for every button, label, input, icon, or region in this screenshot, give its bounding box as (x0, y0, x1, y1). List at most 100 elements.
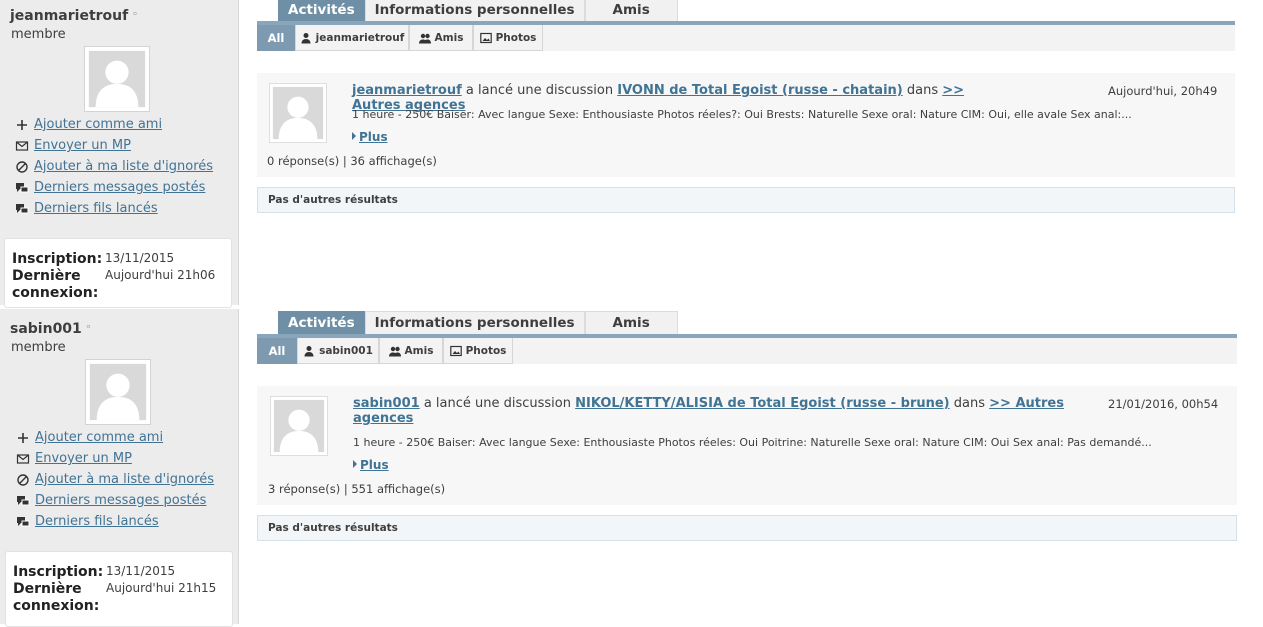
tab-friends[interactable]: Amis (584, 0, 678, 21)
tab-friends[interactable]: Amis (584, 311, 678, 334)
last-messages-action[interactable]: Derniers messages postés (15, 177, 213, 198)
filter-bar: All jeanmarietrouf Amis Photos (257, 25, 1235, 51)
filter-friends[interactable]: Amis (409, 25, 473, 51)
default-avatar-icon (89, 363, 147, 421)
activity-stats: 0 réponse(s) | 36 affichage(s) (267, 154, 437, 168)
connection-label: connexion: (12, 285, 99, 301)
username[interactable]: sabin001 ° (10, 321, 91, 337)
last-threads-action[interactable]: Derniers fils lancés (15, 198, 213, 219)
filter-user-label: jeanmarietrouf (315, 31, 405, 44)
activity-avatar[interactable] (270, 396, 328, 456)
tab-activities[interactable]: Activités (278, 0, 365, 21)
filter-photos[interactable]: Photos (473, 25, 543, 51)
in-text: dans (953, 396, 985, 411)
chat-bubbles-icon (15, 181, 29, 195)
default-avatar-icon (88, 50, 146, 108)
action-text: a lancé une discussion (423, 396, 571, 411)
filter-friends[interactable]: Amis (379, 338, 443, 364)
more-link[interactable]: Plus (360, 458, 389, 472)
send-pm-link[interactable]: Envoyer un MP (35, 451, 132, 466)
image-icon (479, 32, 492, 44)
no-more-results: Pas d'autres résultats (257, 187, 1235, 213)
envelope-icon (16, 452, 30, 466)
filter-friends-label: Amis (434, 31, 464, 44)
avatar[interactable] (85, 359, 151, 425)
thread-link[interactable]: NIKOL/KETTY/ALISIA de Total Egoist (russ… (575, 396, 949, 411)
username[interactable]: jeanmarietrouf ° (10, 8, 138, 24)
filter-all[interactable]: All (257, 338, 297, 364)
filter-photos[interactable]: Photos (443, 338, 513, 364)
ignore-link[interactable]: Ajouter à ma liste d'ignorés (34, 159, 213, 174)
profile-actions: Ajouter comme ami Envoyer un MP Ajouter … (16, 427, 214, 532)
last-messages-action[interactable]: Derniers messages postés (16, 490, 214, 511)
ignore-action[interactable]: Ajouter à ma liste d'ignorés (15, 156, 213, 177)
tab-activities[interactable]: Activités (278, 311, 365, 334)
profile-tabs: Activités Informations personnelles Amis (278, 0, 678, 21)
image-icon (449, 345, 462, 357)
user-role: membre (11, 27, 66, 42)
more-link-wrap[interactable]: Plus (353, 458, 389, 472)
no-more-results: Pas d'autres résultats (257, 515, 1237, 541)
filter-all[interactable]: All (257, 25, 295, 51)
user-icon (303, 345, 315, 357)
last-connection-label: Dernière (13, 581, 82, 597)
chat-bubbles-icon (16, 494, 30, 508)
send-pm-action[interactable]: Envoyer un MP (16, 448, 214, 469)
block-icon (16, 473, 30, 487)
last-threads-link[interactable]: Derniers fils lancés (34, 201, 158, 216)
filter-user[interactable]: sabin001 (297, 338, 379, 364)
tab-personal-info[interactable]: Informations personnelles (364, 311, 585, 334)
last-threads-link[interactable]: Derniers fils lancés (35, 514, 159, 529)
avatar[interactable] (84, 46, 150, 112)
plus-icon (16, 431, 30, 445)
tab-personal-info[interactable]: Informations personnelles (364, 0, 585, 21)
activity-snippet: 1 heure - 250€ Baiser: Avec langue Sexe:… (352, 108, 1132, 121)
send-pm-action[interactable]: Envoyer un MP (15, 135, 213, 156)
inscription-value: 13/11/2015 (106, 564, 176, 578)
activity-stats: 3 réponse(s) | 551 affichage(s) (268, 482, 446, 496)
action-text: a lancé une discussion (465, 83, 614, 98)
envelope-icon (15, 139, 29, 153)
last-connection-value: Aujourd'hui 21h06 (105, 268, 216, 282)
users-icon (388, 345, 401, 357)
status-dot-icon: ° (85, 323, 92, 336)
activity-avatar[interactable] (269, 83, 327, 143)
last-threads-action[interactable]: Derniers fils lancés (16, 511, 214, 532)
last-messages-link[interactable]: Derniers messages postés (34, 180, 205, 195)
profile-tabs: Activités Informations personnelles Amis (278, 311, 678, 334)
more-link-wrap[interactable]: Plus (352, 130, 388, 144)
add-friend-action[interactable]: Ajouter comme ami (16, 427, 214, 448)
inscription-label: Inscription: (12, 251, 103, 267)
last-connection-value: Aujourd'hui 21h15 (106, 581, 217, 595)
send-pm-link[interactable]: Envoyer un MP (34, 138, 131, 153)
ignore-link[interactable]: Ajouter à ma liste d'ignorés (35, 472, 214, 487)
block-icon (15, 160, 29, 174)
activity-snippet: 1 heure - 250€ Baiser: Avec langue Sexe:… (353, 436, 1152, 449)
author-link[interactable]: sabin001 (353, 396, 420, 411)
plus-icon (15, 118, 29, 132)
inscription-value: 13/11/2015 (105, 251, 175, 265)
profile-block: sabin001 ° membre Ajouter comme ami Envoy… (0, 309, 1263, 627)
author-link[interactable]: jeanmarietrouf (352, 83, 462, 98)
filter-bar: All sabin001 Amis Photos (257, 338, 1237, 364)
activity-card: jeanmarietrouf a lancé une discussion IV… (257, 73, 1235, 177)
add-friend-link[interactable]: Ajouter comme ami (34, 117, 162, 132)
inscription-label: Inscription: (13, 564, 104, 580)
add-friend-action[interactable]: Ajouter comme ami (15, 114, 213, 135)
filter-user[interactable]: jeanmarietrouf (295, 25, 409, 51)
profile-sidebar: jeanmarietrouf ° membre Ajouter comme ami… (0, 0, 239, 308)
user-role: membre (11, 340, 66, 355)
username-text[interactable]: jeanmarietrouf (10, 8, 128, 24)
thread-link[interactable]: IVONN de Total Egoist (russe - chatain) (617, 83, 902, 98)
chat-bubbles-icon (15, 202, 29, 216)
last-messages-link[interactable]: Derniers messages postés (35, 493, 206, 508)
ignore-action[interactable]: Ajouter à ma liste d'ignorés (16, 469, 214, 490)
activity-date: 21/01/2016, 00h54 (1108, 397, 1219, 411)
profile-info-box: Inscription: 13/11/2015 Dernière connexi… (5, 551, 233, 627)
username-text[interactable]: sabin001 (10, 321, 82, 337)
arrow-right-icon (352, 132, 356, 140)
filter-friends-label: Amis (404, 344, 434, 357)
connection-label: connexion: (13, 598, 100, 614)
more-link[interactable]: Plus (359, 130, 388, 144)
add-friend-link[interactable]: Ajouter comme ami (35, 430, 163, 445)
